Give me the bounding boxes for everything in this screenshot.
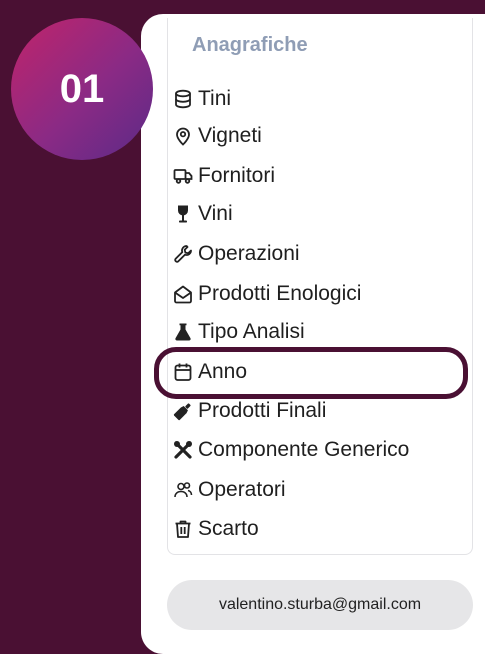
user-email: valentino.sturba@gmail.com [218, 596, 422, 613]
menu-item-scarto[interactable]: Scarto [172, 514, 259, 544]
menu-item-vini[interactable]: Vini [172, 199, 233, 229]
step-badge: 01 [11, 18, 153, 160]
menu-item-componente-generico[interactable]: Componente Generico [172, 435, 409, 465]
trash-icon [172, 518, 194, 540]
menu-item-label: Componente Generico [198, 438, 410, 461]
truck-icon [172, 165, 194, 187]
menu-item-label: Anno [198, 360, 248, 383]
bottle-icon [172, 400, 194, 422]
menu-item-label: Prodotti Enologici [198, 282, 362, 305]
section-title: Anagrafiche [192, 34, 308, 56]
menu-item-vigneti[interactable]: Vigneti [172, 121, 262, 151]
tools-icon [172, 439, 194, 461]
menu-item-tini[interactable]: Tini [172, 84, 231, 114]
user-email-button[interactable]: valentino.sturba@gmail.com [167, 580, 473, 630]
wrench-icon [172, 243, 194, 265]
calendar-icon [172, 361, 194, 383]
users-icon [172, 479, 194, 501]
mail-open-icon [172, 283, 194, 305]
menu-item-label: Prodotti Finali [198, 399, 327, 422]
menu-item-label: Scarto [198, 517, 259, 540]
menu-item-label: Tipo Analisi [198, 320, 305, 343]
menu-item-tipo-analisi[interactable]: Tipo Analisi [172, 317, 305, 347]
menu-item-label: Vini [198, 202, 233, 225]
step-number: 01 [59, 66, 105, 111]
menu-item-label: Operatori [198, 478, 286, 501]
menu-item-prodotti-finali[interactable]: Prodotti Finali [172, 396, 326, 426]
flask-icon [172, 321, 194, 343]
map-pin-icon [172, 125, 194, 147]
menu-item-label: Operazioni [198, 242, 300, 265]
database-icon [172, 88, 194, 110]
menu-item-label: Tini [198, 87, 232, 110]
menu-item-operazioni[interactable]: Operazioni [172, 239, 300, 269]
menu-item-prodotti-enologici[interactable]: Prodotti Enologici [172, 279, 361, 309]
menu-item-label: Vigneti [198, 124, 262, 147]
menu-item-operatori[interactable]: Operatori [172, 475, 286, 505]
menu-item-label: Fornitori [198, 164, 276, 187]
menu-item-fornitori[interactable]: Fornitori [172, 161, 275, 191]
wine-glass-icon [172, 203, 194, 225]
menu-item-anno[interactable]: Anno [172, 357, 247, 387]
